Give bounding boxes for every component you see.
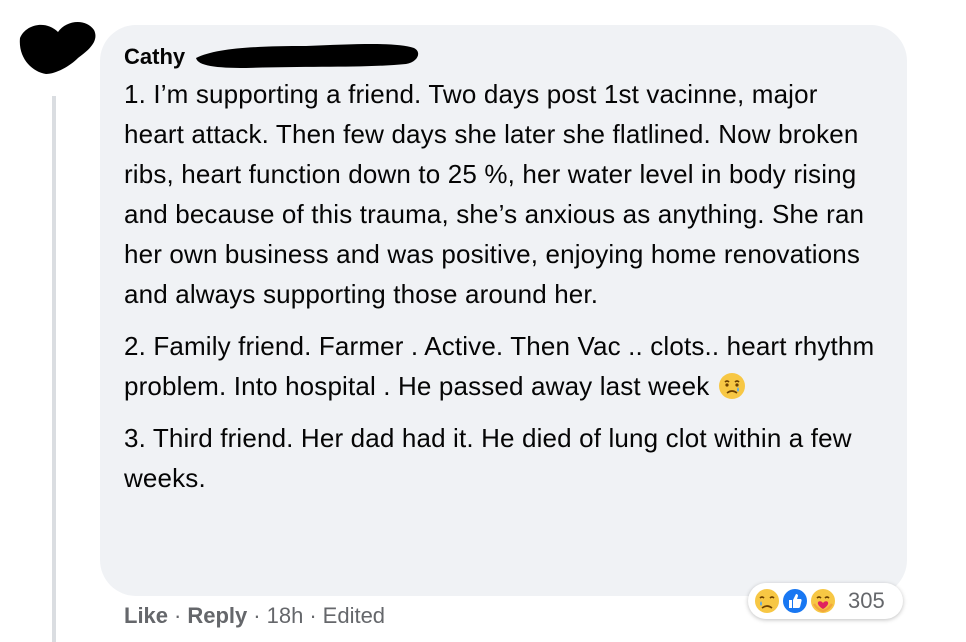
comment-author-row: Cathy [124, 42, 185, 72]
comment-timestamp[interactable]: 18h [267, 603, 304, 628]
thread-line [52, 96, 56, 642]
comment-paragraph-2-text: 2. Family friend. Farmer . Active. Then … [124, 331, 875, 401]
reactions-summary[interactable]: 305 [748, 583, 903, 619]
comment-actions: Like · Reply · 18h · Edited [124, 600, 385, 632]
care-reaction-icon [809, 587, 837, 615]
comment-paragraph-1: 1. I’m supporting a friend. Two days pos… [124, 79, 865, 309]
edited-label[interactable]: Edited [323, 603, 385, 628]
comment-author[interactable]: Cathy [124, 44, 185, 69]
separator-dot: · [309, 603, 317, 628]
sad-tear-face-icon [718, 373, 745, 399]
like-button[interactable]: Like [124, 603, 168, 628]
reaction-count: 305 [848, 588, 885, 613]
comment-body: 1. I’m supporting a friend. Two days pos… [124, 74, 884, 510]
reply-button[interactable]: Reply [187, 603, 247, 628]
like-reaction-icon [781, 587, 809, 615]
comment-paragraph-3: 3. Third friend. Her dad had it. He died… [124, 423, 852, 493]
separator-dot: · [174, 603, 182, 628]
avatar-redacted[interactable] [16, 18, 98, 80]
separator-dot: · [253, 603, 261, 628]
author-name-redaction [196, 44, 419, 68]
comment-paragraph-2: 2. Family friend. Farmer . Active. Then … [124, 326, 884, 406]
sad-reaction-icon [753, 587, 781, 615]
